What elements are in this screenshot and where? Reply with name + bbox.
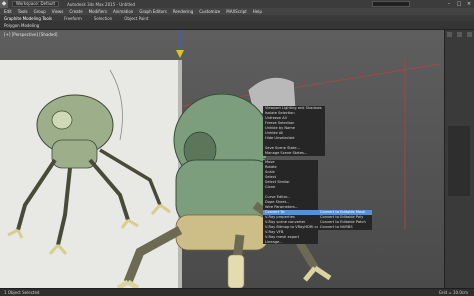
menu-group[interactable]: Group <box>34 9 46 14</box>
tab-freeform[interactable]: Freeform <box>64 16 82 21</box>
search-input[interactable] <box>372 1 410 7</box>
menu-create[interactable]: Create <box>69 9 82 14</box>
menu-customize[interactable]: Customize <box>199 9 220 14</box>
concept-sketch <box>7 69 171 255</box>
menu-rendering[interactable]: Rendering <box>173 9 193 14</box>
maximize-icon[interactable]: □ <box>456 1 462 7</box>
tab-selection[interactable]: Selection <box>94 16 112 21</box>
menu-graph-editors[interactable]: Graph Editors <box>139 9 166 14</box>
menu-help[interactable]: Help <box>253 9 262 14</box>
hierarchy-tab-icon[interactable] <box>466 32 472 37</box>
modifier-stack[interactable] <box>448 126 470 196</box>
grid-status: Grid = 10.0cm <box>438 290 468 295</box>
status-bar: 1 Object Selected Grid = 10.0cm <box>0 288 474 296</box>
menu-maxscript[interactable]: MAXScript <box>226 9 247 14</box>
scene-svg <box>7 30 441 288</box>
quad-divider <box>263 158 325 159</box>
command-panel <box>444 30 474 288</box>
tab-graphite-modeling[interactable]: Graphite Modeling Tools <box>4 16 52 21</box>
quad-menu: Viewport Lighting and Shadows Isolate Se… <box>263 106 372 244</box>
window-title: Autodesk 3ds Max 2015 - Untitled <box>67 1 136 7</box>
title-bar: ◆ Workspace: Default Autodesk 3ds Max 20… <box>0 0 474 8</box>
menu-bar: Edit Tools Group Views Create Modifiers … <box>0 8 474 15</box>
command-panel-tabs <box>445 30 474 37</box>
viewport-label[interactable]: [+] [Perspective] [Shaded] <box>4 32 58 37</box>
modify-tab-icon[interactable] <box>456 32 462 37</box>
window-buttons: – □ × <box>446 1 472 7</box>
menu-tools[interactable]: Tools <box>18 9 28 14</box>
submenu-item[interactable]: Convert to NURBS <box>318 225 372 230</box>
menu-edit[interactable]: Edit <box>4 9 12 14</box>
tab-object-paint[interactable]: Object Paint <box>124 16 148 21</box>
app-logo-icon[interactable]: ◆ <box>0 0 8 8</box>
minimize-icon[interactable]: – <box>446 1 452 7</box>
menu-modifiers[interactable]: Modifiers <box>89 9 107 14</box>
create-tab-icon[interactable] <box>447 32 453 37</box>
menu-animation[interactable]: Animation <box>113 9 133 14</box>
ribbon-panel: Polygon Modeling <box>0 21 474 30</box>
selection-status: 1 Object Selected <box>4 290 40 295</box>
quad-item[interactable]: Lineage... <box>263 240 318 244</box>
workspace-dropdown[interactable]: Workspace: Default <box>12 1 60 7</box>
close-icon[interactable]: × <box>466 1 472 7</box>
viewport-perspective[interactable]: [+] [Perspective] [Shaded] <box>0 30 444 288</box>
ribbon-panel-label[interactable]: Polygon Modeling <box>4 23 39 28</box>
gizmo-center[interactable] <box>176 50 184 58</box>
quad-item[interactable]: Manage Scene States... <box>263 151 325 156</box>
menu-views[interactable]: Views <box>52 9 64 14</box>
